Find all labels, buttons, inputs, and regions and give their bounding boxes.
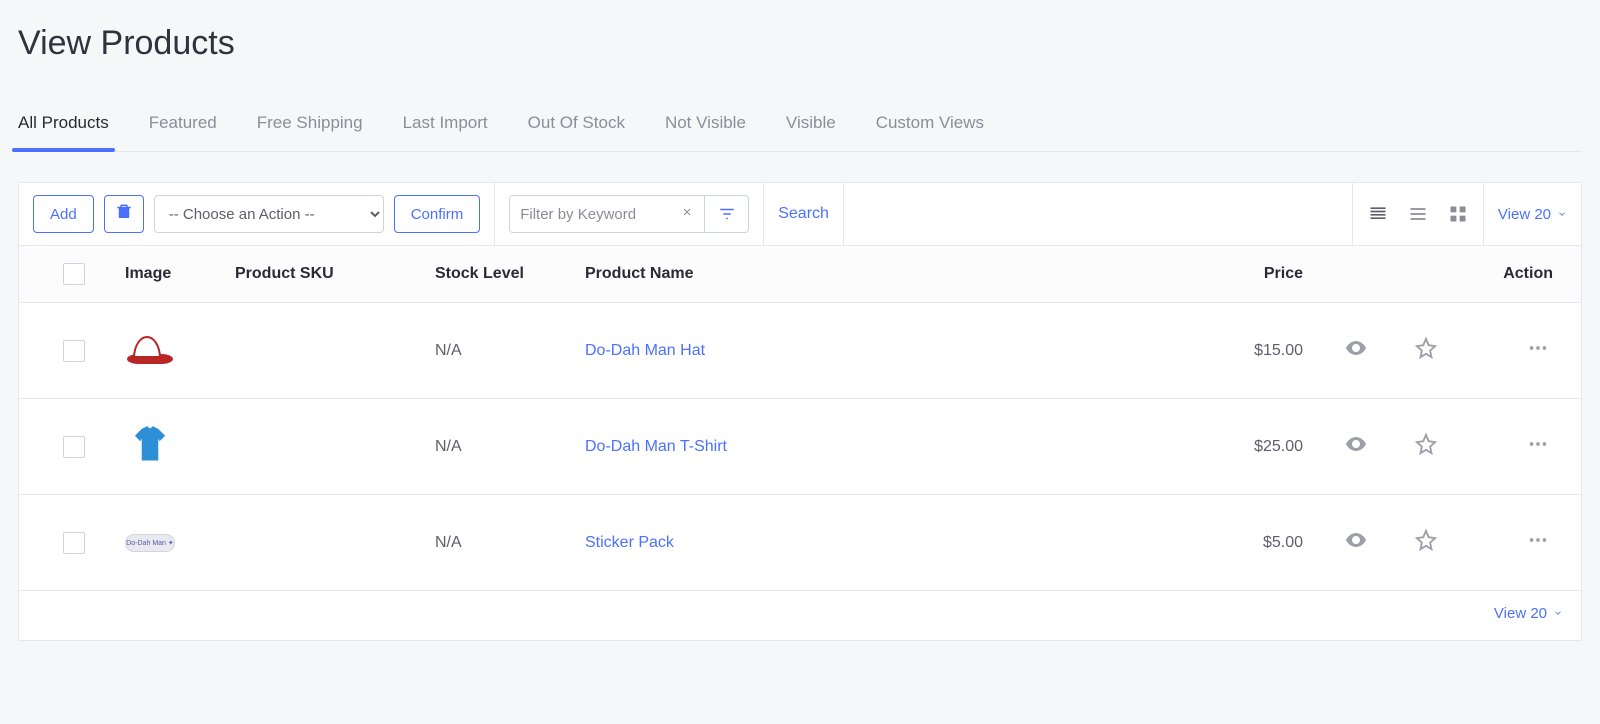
tab-last-import[interactable]: Last Import <box>403 103 488 151</box>
row-actions-menu[interactable] <box>1461 337 1571 364</box>
add-button[interactable]: Add <box>33 195 94 233</box>
tab-all-products[interactable]: All Products <box>18 103 109 151</box>
row-actions-menu[interactable] <box>1461 529 1571 556</box>
table-row: N/A Do-Dah Man Hat $15.00 <box>19 303 1581 399</box>
table-header: Image Product SKU Stock Level Product Na… <box>19 245 1581 303</box>
clear-filter-icon[interactable] <box>670 205 704 223</box>
toolbar-spacer <box>844 183 1353 245</box>
trash-icon <box>115 203 133 225</box>
panel-footer: View 20 <box>19 591 1581 640</box>
col-stock: Stock Level <box>429 265 579 283</box>
search-wrap <box>509 195 749 233</box>
toolbar-group-pagesize: View 20 <box>1484 183 1581 245</box>
select-all-checkbox[interactable] <box>63 263 85 285</box>
more-icon <box>1527 433 1549 460</box>
table-body: N/A Do-Dah Man Hat $15.00 N/A Do-Dah Man T-S… <box>19 303 1581 591</box>
row-checkbox[interactable] <box>63 436 85 458</box>
eye-icon <box>1344 432 1368 461</box>
view-grid-icon[interactable] <box>1447 203 1469 225</box>
cell-price: $15.00 <box>1201 342 1321 360</box>
page-size-select[interactable]: View 20 <box>1498 206 1567 223</box>
chevron-down-icon <box>1553 605 1563 622</box>
toolbar-group-search-link: Search <box>764 183 844 245</box>
tab-out-of-stock[interactable]: Out Of Stock <box>528 103 625 151</box>
tab-custom-views[interactable]: Custom Views <box>876 103 984 151</box>
table-row: Do-Dah Man ✦ N/A Sticker Pack $5.00 <box>19 495 1581 591</box>
favorite-toggle[interactable] <box>1391 337 1461 364</box>
product-thumb-sticker: Do-Dah Man ✦ <box>125 534 175 552</box>
cell-stock: N/A <box>429 342 579 360</box>
col-image: Image <box>119 265 229 283</box>
toolbar-group-views <box>1353 183 1484 245</box>
table-row: N/A Do-Dah Man T-Shirt $25.00 <box>19 399 1581 495</box>
eye-icon <box>1344 528 1368 557</box>
page-size-label-footer: View 20 <box>1494 605 1547 622</box>
more-icon <box>1527 529 1549 556</box>
product-name-link[interactable]: Do-Dah Man T-Shirt <box>585 438 727 455</box>
star-icon <box>1415 337 1437 364</box>
search-link[interactable]: Search <box>778 205 829 223</box>
row-checkbox[interactable] <box>63 340 85 362</box>
toolbar-group-actions: Add -- Choose an Action -- Confirm <box>19 183 495 245</box>
tab-free-shipping[interactable]: Free Shipping <box>257 103 363 151</box>
cell-stock: N/A <box>429 438 579 456</box>
tab-featured[interactable]: Featured <box>149 103 217 151</box>
col-action: Action <box>1461 265 1571 283</box>
product-thumb-hat <box>127 336 173 366</box>
eye-icon <box>1344 336 1368 365</box>
col-name: Product Name <box>579 265 1201 283</box>
row-checkbox[interactable] <box>63 532 85 554</box>
delete-button[interactable] <box>104 195 144 233</box>
star-icon <box>1415 529 1437 556</box>
filter-input[interactable] <box>510 196 670 232</box>
filter-icon[interactable] <box>704 196 748 232</box>
bulk-action-select[interactable]: -- Choose an Action -- <box>154 195 384 233</box>
tab-bar: All Products Featured Free Shipping Last Im… <box>18 103 1582 152</box>
favorite-toggle[interactable] <box>1391 529 1461 556</box>
more-icon <box>1527 337 1549 364</box>
toolbar-group-search <box>495 183 764 245</box>
products-panel: Add -- Choose an Action -- Confirm <box>18 182 1582 641</box>
confirm-button[interactable]: Confirm <box>394 195 481 233</box>
product-thumb <box>125 329 175 373</box>
product-thumb <box>125 425 175 469</box>
visibility-toggle[interactable] <box>1321 336 1391 365</box>
chevron-down-icon <box>1557 206 1567 223</box>
product-thumb-tshirt <box>128 422 172 471</box>
product-thumb: Do-Dah Man ✦ <box>125 521 175 565</box>
view-dense-list-icon[interactable] <box>1367 203 1389 225</box>
view-list-icon[interactable] <box>1407 203 1429 225</box>
product-name-link[interactable]: Sticker Pack <box>585 534 674 551</box>
toolbar: Add -- Choose an Action -- Confirm <box>19 183 1581 245</box>
tab-not-visible[interactable]: Not Visible <box>665 103 746 151</box>
cell-stock: N/A <box>429 534 579 552</box>
product-name-link[interactable]: Do-Dah Man Hat <box>585 342 705 359</box>
cell-price: $25.00 <box>1201 438 1321 456</box>
favorite-toggle[interactable] <box>1391 433 1461 460</box>
col-price: Price <box>1201 265 1321 283</box>
page-title: View Products <box>18 24 1582 63</box>
visibility-toggle[interactable] <box>1321 528 1391 557</box>
page-size-select-footer[interactable]: View 20 <box>1494 605 1563 622</box>
row-actions-menu[interactable] <box>1461 433 1571 460</box>
col-sku: Product SKU <box>229 265 429 283</box>
page-size-label: View 20 <box>1498 206 1551 223</box>
visibility-toggle[interactable] <box>1321 432 1391 461</box>
star-icon <box>1415 433 1437 460</box>
tab-visible[interactable]: Visible <box>786 103 836 151</box>
cell-price: $5.00 <box>1201 534 1321 552</box>
